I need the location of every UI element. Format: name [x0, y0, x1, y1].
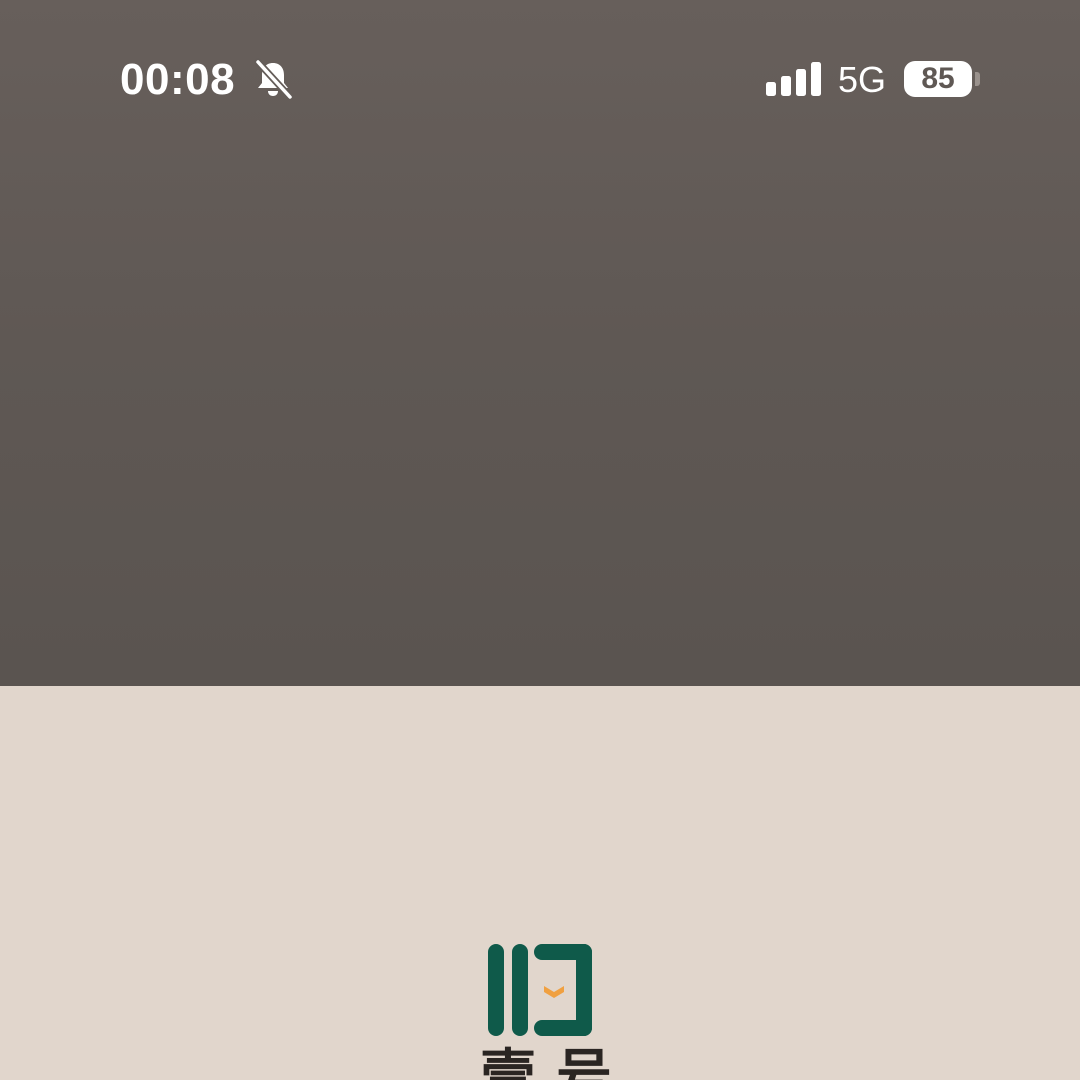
battery-cap: [975, 72, 980, 86]
splash-screen: 00:08 5G 85 壹号: [0, 0, 1080, 1080]
status-bar: 00:08 5G 85: [0, 0, 1080, 160]
network-type: 5G: [838, 59, 887, 100]
logo-text: 壹号: [480, 1044, 632, 1080]
open-book-logo-icon: [488, 944, 592, 1036]
battery-level: 85: [921, 62, 955, 95]
cellular-signal-icon: [766, 62, 821, 96]
status-time: 00:08: [120, 55, 236, 104]
bell-slash-icon: [254, 58, 294, 100]
battery-icon: 85: [904, 61, 972, 97]
